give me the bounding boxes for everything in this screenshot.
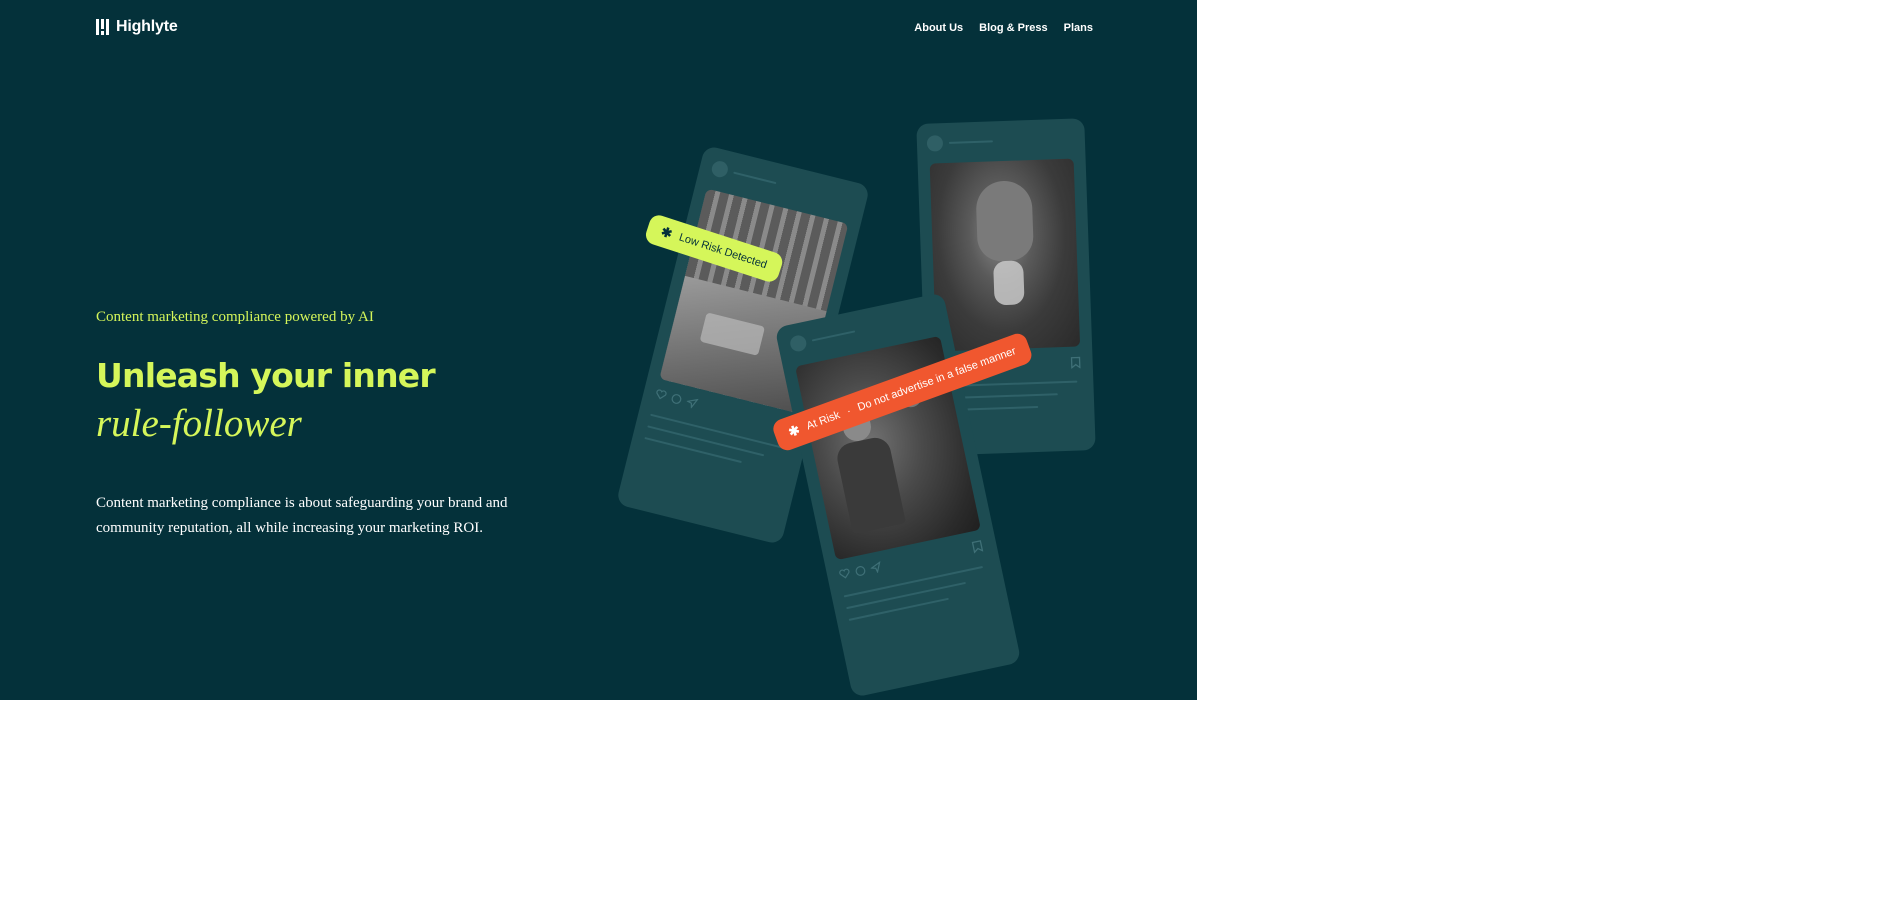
share-icon[interactable] — [685, 396, 699, 410]
headline-line-2: rule-follower — [96, 402, 302, 445]
hero-section: Highlyte About Us Blog & Press Plans Con… — [0, 0, 1197, 700]
bookmark-icon[interactable] — [1070, 356, 1081, 369]
caption-line — [848, 597, 949, 621]
like-icon[interactable] — [655, 388, 668, 400]
bookmark-icon[interactable] — [971, 540, 984, 554]
main-nav: About Us Blog & Press Plans — [914, 22, 1093, 34]
hero-headline: Unleash your inner rule-follower — [96, 353, 436, 449]
like-icon[interactable] — [838, 568, 851, 580]
share-icon[interactable] — [869, 561, 883, 574]
comment-icon[interactable] — [854, 564, 867, 577]
highlyte-logo-icon — [96, 19, 109, 35]
caption-line — [846, 581, 966, 610]
nav-blog-press[interactable]: Blog & Press — [979, 22, 1047, 34]
headline-line-1: Unleash your inner — [96, 356, 436, 395]
username-line — [948, 140, 993, 144]
asterisk-icon: ✱ — [786, 421, 802, 440]
logo-text: Highlyte — [116, 18, 178, 35]
separator: · — [845, 405, 853, 418]
caption-line — [644, 436, 742, 464]
post-photo — [929, 158, 1081, 352]
logo[interactable]: Highlyte — [96, 18, 178, 36]
asterisk-icon: ✱ — [659, 223, 675, 242]
hero-eyebrow: Content marketing compliance powered by … — [96, 309, 374, 325]
username-line — [811, 330, 856, 342]
avatar — [788, 333, 808, 353]
at-risk-label: At Risk — [804, 409, 842, 433]
nav-plans[interactable]: Plans — [1064, 22, 1093, 34]
comment-icon[interactable] — [670, 392, 683, 405]
avatar — [710, 159, 730, 179]
nav-about-us[interactable]: About Us — [914, 22, 963, 34]
hero-description: Content marketing compliance is about sa… — [96, 495, 508, 536]
avatar — [926, 135, 944, 152]
username-line — [733, 171, 777, 185]
